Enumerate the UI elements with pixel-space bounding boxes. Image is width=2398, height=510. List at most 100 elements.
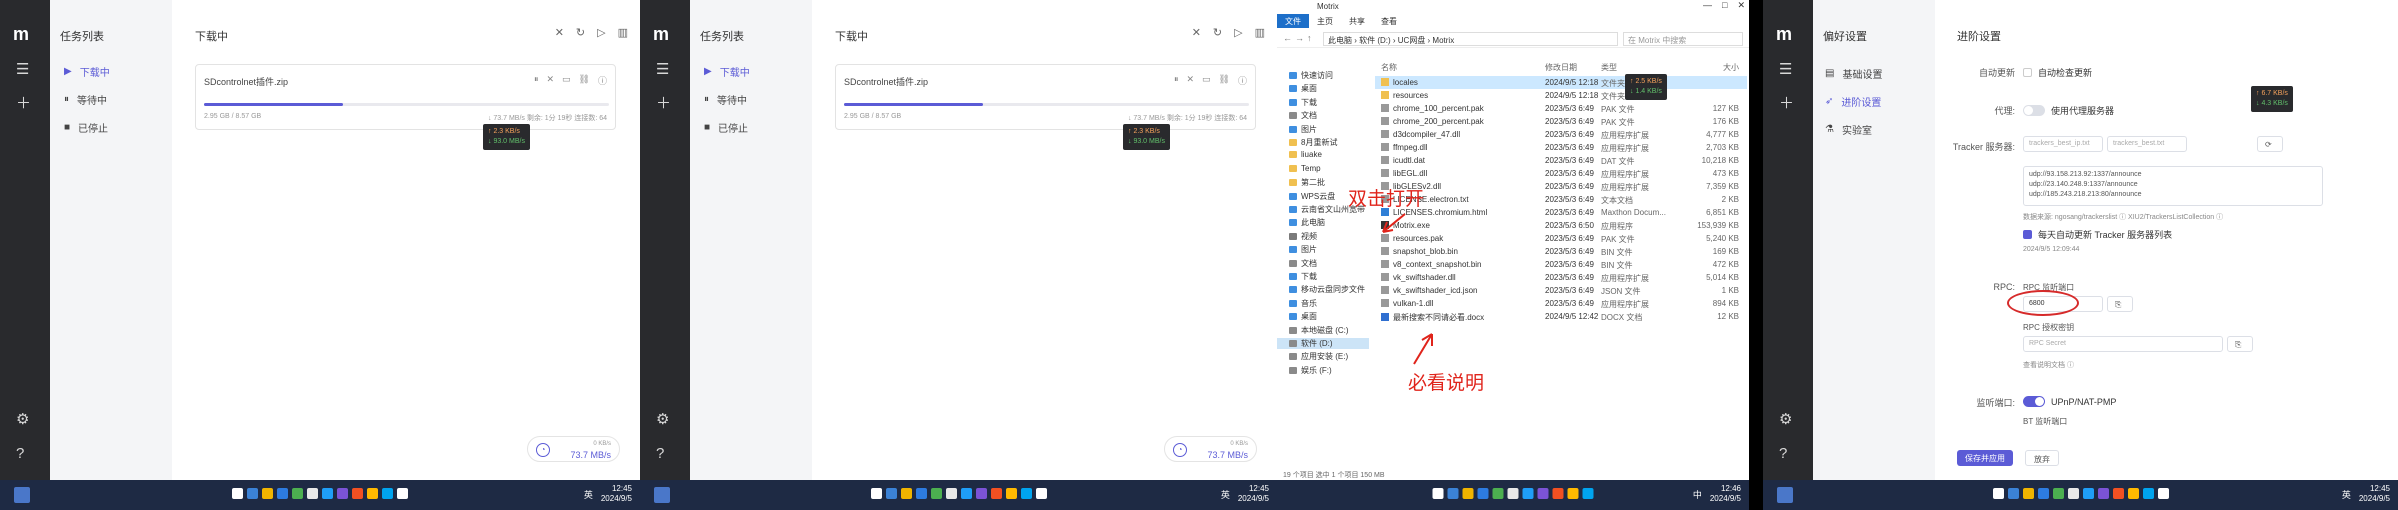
nav-item[interactable]: 应用安装 (E:): [1289, 351, 1348, 362]
minimize-icon[interactable]: —: [1703, 0, 1712, 11]
table-row[interactable]: libEGL.dll 2023/5/3 6:49 应用程序扩展 473 KB: [1375, 167, 1747, 180]
clock[interactable]: 12:45 2024/9/5: [2359, 484, 2390, 504]
nav-item[interactable]: Temp: [1289, 164, 1321, 173]
nav-item[interactable]: 音乐: [1289, 298, 1317, 309]
sidebar-item-downloading[interactable]: ▶ 下载中: [64, 64, 110, 79]
speedometer[interactable]: ◔ 0 KB/s 73.7 MB/s: [1164, 436, 1257, 462]
maximize-icon[interactable]: □: [1722, 0, 1727, 11]
folder-icon[interactable]: ▭: [562, 74, 571, 87]
rpc-doc-link[interactable]: 查看说明文档 ⓘ: [2023, 360, 2074, 370]
start-icon[interactable]: [1777, 487, 1793, 503]
sidebar-item-basic[interactable]: ▤ 基础设置: [1825, 66, 1882, 81]
auto-update-checkbox[interactable]: 自动检查更新: [2023, 66, 2092, 79]
preferences-icon[interactable]: ⚙: [16, 412, 29, 427]
nav-item[interactable]: 图片: [1289, 244, 1317, 255]
table-row[interactable]: vulkan-1.dll 2023/5/3 6:49 应用程序扩展 894 KB: [1375, 297, 1747, 310]
nav-item[interactable]: 第二批: [1289, 177, 1325, 188]
clock[interactable]: 12:45 2024/9/5: [601, 484, 632, 504]
tab-file[interactable]: 文件: [1277, 14, 1309, 28]
close-icon[interactable]: ✕: [1737, 0, 1745, 11]
upnp-toggle[interactable]: UPnP/NAT-PMP: [2023, 396, 2116, 407]
speedometer[interactable]: ◔ 0 KB/s 73.7 MB/s: [527, 436, 620, 462]
start-icon[interactable]: [654, 487, 670, 503]
header-size[interactable]: 大小: [1675, 62, 1739, 73]
ime-indicator[interactable]: 中: [1693, 488, 1702, 501]
path-input[interactable]: 此电脑 › 软件 (D:) › UC网盘 › Motrix: [1323, 32, 1618, 46]
header-date[interactable]: 修改日期: [1545, 62, 1577, 73]
nav-item[interactable]: 下载: [1289, 97, 1317, 108]
nav-item[interactable]: 软件 (D:): [1277, 338, 1369, 349]
task-card[interactable]: SDcontrolnet插件.zip ⏸ ✕ ▭ ⛓ ⓘ 2.95 GB / 8…: [835, 64, 1256, 130]
tab-view[interactable]: 查看: [1373, 14, 1405, 28]
table-row[interactable]: libGLESv2.dll 2023/5/3 6:49 应用程序扩展 7,359 KB: [1375, 180, 1747, 193]
table-row[interactable]: vk_swiftshader_icd.json 2023/5/3 6:49 JSON…: [1375, 284, 1747, 297]
clock[interactable]: 12:45 2024/9/5: [1238, 484, 1269, 504]
close-icon[interactable]: ✕: [555, 26, 564, 39]
add-task-icon[interactable]: ＋: [16, 96, 31, 111]
table-row[interactable]: icudtl.dat 2023/5/3 6:49 DAT 文件 10,218 KB: [1375, 154, 1747, 167]
sidebar-item-waiting[interactable]: ⏸ 等待中: [704, 92, 747, 107]
nav-item[interactable]: 文档: [1289, 110, 1317, 121]
header-type[interactable]: 类型: [1601, 62, 1617, 73]
tab-home[interactable]: 主页: [1309, 14, 1341, 28]
header-name[interactable]: 名称: [1381, 62, 1397, 73]
nav-item[interactable]: 桌面: [1289, 83, 1317, 94]
table-row[interactable]: LICENSES.chromium.html 2023/5/3 6:49 Maxth…: [1375, 206, 1747, 219]
sidebar-item-waiting[interactable]: ⏸ 等待中: [64, 92, 107, 107]
ime-indicator[interactable]: 英: [1221, 488, 1230, 501]
menu-icon[interactable]: ☰: [16, 62, 29, 77]
table-row[interactable]: resources.pak 2023/5/3 6:49 PAK 文件 5,240 KB: [1375, 232, 1747, 245]
table-row[interactable]: v8_context_snapshot.bin 2023/5/3 6:49 BIN …: [1375, 258, 1747, 271]
sidebar-item-stopped[interactable]: ■ 已停止: [64, 120, 108, 135]
ime-indicator[interactable]: 英: [584, 488, 593, 501]
table-row[interactable]: d3dcompiler_47.dll 2023/5/3 6:49 应用程序扩展 4,7…: [1375, 128, 1747, 141]
menu-icon[interactable]: ☰: [1779, 62, 1792, 77]
sidebar-item-lab[interactable]: ⚗ 实验室: [1825, 122, 1872, 137]
table-row[interactable]: locales 2024/9/5 12:18 文件夹: [1375, 76, 1747, 89]
nav-item[interactable]: 本地磁盘 (C:): [1289, 325, 1349, 336]
nav-item[interactable]: 视频: [1289, 231, 1317, 242]
save-button[interactable]: 保存并应用: [1957, 450, 2013, 466]
help-icon[interactable]: ?: [1779, 446, 1787, 461]
link-icon[interactable]: ⛓: [1219, 74, 1230, 87]
preferences-icon[interactable]: ⚙: [656, 412, 669, 427]
close-icon[interactable]: ✕: [1192, 26, 1201, 39]
sync-tracker-button[interactable]: ⟳: [2257, 136, 2283, 152]
table-row[interactable]: vk_swiftshader.dll 2023/5/3 6:49 应用程序扩展 5,0…: [1375, 271, 1747, 284]
nav-item[interactable]: 娱乐 (F:): [1289, 365, 1332, 376]
tracker-list-textarea[interactable]: udp://93.158.213.92:1337/announce udp://…: [2023, 166, 2323, 206]
refresh-icon[interactable]: ↻: [576, 26, 585, 39]
preferences-icon[interactable]: ⚙: [1779, 412, 1792, 427]
tracker-source-note[interactable]: 数据来源: ngosang/trackerslist ⓘ XIU2/Tracke…: [2023, 212, 2223, 222]
clock[interactable]: 12:46 2024/9/5: [1710, 484, 1741, 504]
nav-item[interactable]: 桌面: [1289, 311, 1317, 322]
table-row[interactable]: chrome_100_percent.pak 2023/5/3 6:49 PAK 文…: [1375, 102, 1747, 115]
task-card[interactable]: SDcontrolnet插件.zip ⏸ ✕ ▭ ⛓ ⓘ 2.95 GB / 8…: [195, 64, 616, 130]
nav-item[interactable]: 文档: [1289, 258, 1317, 269]
discard-button[interactable]: 放弃: [2025, 450, 2059, 466]
add-task-icon[interactable]: ＋: [656, 96, 671, 111]
tracker-source-2[interactable]: trackers_best.txt: [2107, 136, 2187, 152]
table-row[interactable]: snapshot_blob.bin 2023/5/3 6:49 BIN 文件 169 …: [1375, 245, 1747, 258]
pause-icon[interactable]: ⏸: [1174, 74, 1179, 87]
resume-all-icon[interactable]: ▷: [597, 26, 605, 39]
tab-share[interactable]: 共享: [1341, 14, 1373, 28]
menu-icon[interactable]: ☰: [656, 62, 669, 77]
help-icon[interactable]: ?: [656, 446, 664, 461]
table-row[interactable]: chrome_200_percent.pak 2023/5/3 6:49 PAK 文…: [1375, 115, 1747, 128]
sidebar-item-advanced[interactable]: ➶ 进阶设置: [1825, 94, 1881, 109]
trash-icon[interactable]: ▥: [618, 26, 628, 39]
tracker-source-1[interactable]: trackers_best_ip.txt: [2023, 136, 2103, 152]
table-row[interactable]: resources 2024/9/5 12:18 文件夹: [1375, 89, 1747, 102]
tracker-auto-update-checkbox[interactable]: 每天自动更新 Tracker 服务器列表: [2023, 228, 2172, 241]
rpc-secret-input[interactable]: RPC Secret: [2023, 336, 2223, 352]
table-row[interactable]: 最新搜索不同请必看.docx 2024/9/5 12:42 DOCX 文档 12 KB: [1375, 310, 1747, 323]
info-icon[interactable]: ⓘ: [598, 74, 607, 87]
nav-item[interactable]: 快速访问: [1289, 70, 1333, 81]
nav-item[interactable]: 此电脑: [1289, 217, 1325, 228]
nav-item[interactable]: liuake: [1289, 150, 1322, 159]
pause-icon[interactable]: ⏸: [534, 74, 539, 87]
random-port-button[interactable]: ⎘: [2107, 296, 2133, 312]
table-row[interactable]: Motrix.exe 2023/5/3 6:50 应用程序 153,939 KB: [1375, 219, 1747, 232]
nav-item[interactable]: 移动云盘同步文件: [1289, 284, 1365, 295]
